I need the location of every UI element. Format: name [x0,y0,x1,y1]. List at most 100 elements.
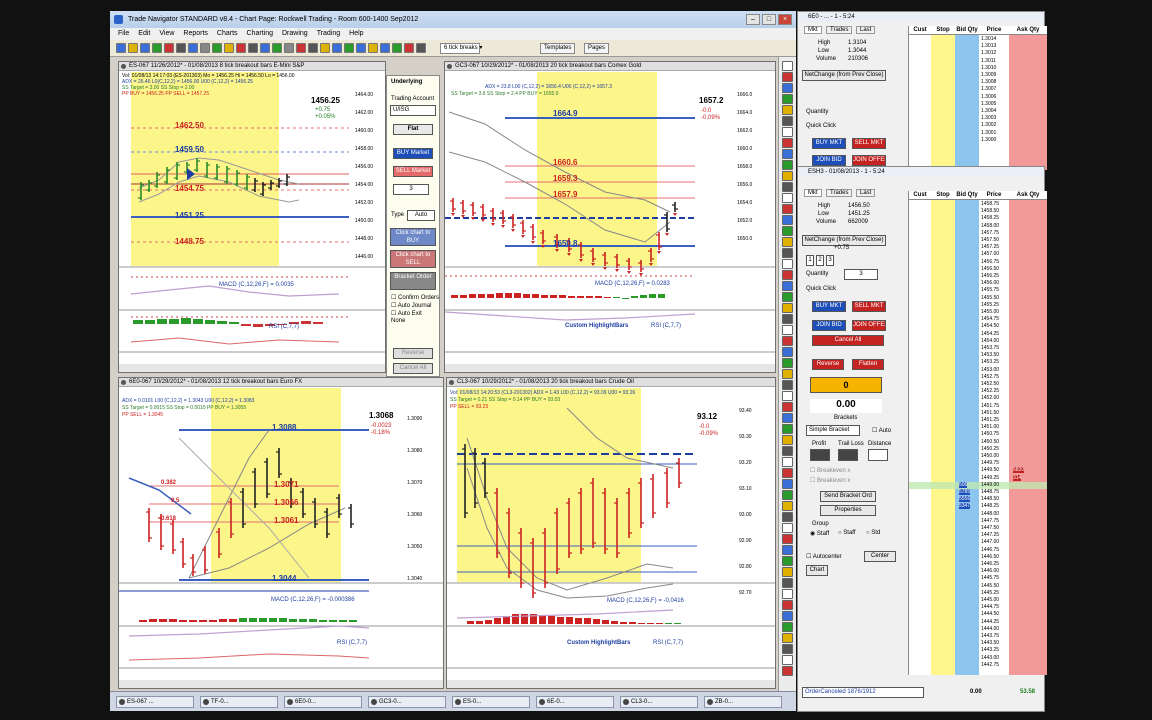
drawing-tool-icon[interactable] [782,325,793,335]
sell-mkt-button[interactable]: SELL MKT [852,138,886,149]
tab-trades[interactable]: Trades [826,26,853,34]
ladder-column[interactable] [1009,35,1047,170]
ladder-price-cell[interactable]: 1.3005 [981,101,996,107]
click-chart-sell-button[interactable]: Click chart to SELL [390,250,436,268]
toolbar-tool-icon[interactable] [140,43,150,53]
ladder-header[interactable]: Cust [909,26,931,35]
toolbar-tool-icon[interactable] [368,43,378,53]
menu-edit[interactable]: Edit [138,28,150,40]
drawing-tool-icon[interactable] [782,655,793,665]
chart-es[interactable]: ES-067 11/26/2012* - 01/08/2013 8 tick b… [118,61,386,373]
ladder-price-cell[interactable]: 1443.50 [981,640,999,646]
drawing-tool-icon[interactable] [782,435,793,445]
ladder-header[interactable]: Stop [931,26,955,35]
drawing-tool-icon[interactable] [782,270,793,280]
toolbar-tool-icon[interactable] [116,43,126,53]
menu-trading[interactable]: Trading [317,28,340,40]
ladder-price-cell[interactable]: 1456.00 [981,280,999,286]
quantity-field[interactable]: 3 [393,184,429,195]
task-tab[interactable]: 6E-0... [536,696,614,708]
ladder-price-cell[interactable]: 1450.25 [981,446,999,452]
task-tab[interactable]: ES-067 ... [116,696,194,708]
drawing-tool-icon[interactable] [782,622,793,632]
join-offer-button[interactable]: JOIN OFFER [852,320,886,331]
ladder-price-cell[interactable]: 1450.50 [981,439,999,445]
ladder-header[interactable]: Price [979,26,1009,35]
bid-qty-cell[interactable]: 506 [959,481,968,488]
drawing-tool-icon[interactable] [782,512,793,522]
ladder-price-cell[interactable]: 1456.25 [981,273,999,279]
ladder-price-cell[interactable]: 1448.75 [981,489,999,495]
ladder-price-cell[interactable]: 1.3004 [981,108,996,114]
ask-qty-cell[interactable]: 314 [1013,474,1022,481]
drawing-tool-icon[interactable] [782,556,793,566]
drawing-tool-icon[interactable] [782,402,793,412]
ladder-price-cell[interactable]: 1447.00 [981,539,999,545]
ladder-price-cell[interactable]: 1.3012 [981,50,996,56]
ladder-price-cell[interactable]: 1452.00 [981,395,999,401]
auto-checkbox[interactable]: ☐ Auto [872,427,891,434]
close-button[interactable]: × [778,14,792,25]
menu-help[interactable]: Help [349,28,363,40]
bid-qty-cell[interactable]: 5785 [959,489,971,495]
ladder-price-cell[interactable]: 1458.00 [981,223,999,229]
task-tab[interactable]: 6E0-0... [284,696,362,708]
drawing-tool-icon[interactable] [782,303,793,313]
drawing-tool-icon[interactable] [782,391,793,401]
ladder-price-cell[interactable]: 1.3000 [981,137,996,143]
toolbar-tool-icon[interactable] [164,43,174,53]
ladder-price-cell[interactable]: 1455.25 [981,302,999,308]
ladder-price-cell[interactable]: 1447.50 [981,525,999,531]
breakeven-checkbox-2[interactable]: ☐ Breakeven x [810,477,850,484]
ladder-price-cell[interactable]: 1444.00 [981,626,999,632]
drawing-tool-icon[interactable] [782,248,793,258]
drawing-tool-icon[interactable] [782,578,793,588]
ladder-price-cell[interactable]: 1.3010 [981,65,996,71]
task-tab[interactable]: CL3-0... [620,696,698,708]
ladder-header[interactable]: Price [979,191,1009,200]
ladder-price-cell[interactable]: 1453.25 [981,359,999,365]
task-tab[interactable]: ES-0... [452,696,530,708]
flat-button[interactable]: Flat [393,124,433,135]
chart-button[interactable]: Chart [806,565,828,576]
properties-button[interactable]: Properties [820,505,876,516]
qty-preset-2[interactable]: 2 [816,255,824,266]
drawing-tool-icon[interactable] [782,292,793,302]
join-offer-button[interactable]: JOIN OFFER [852,155,886,166]
drawing-tool-icon[interactable] [782,369,793,379]
toolbar-tool-icon[interactable] [320,43,330,53]
minimize-button[interactable]: – [746,14,760,25]
ladder-price-cell[interactable]: 1446.00 [981,568,999,574]
chart-6e[interactable]: 6E0-067 10/29/2012* - 01/08/2013 12 tick… [118,377,444,689]
ladder-price-cell[interactable]: 1456.75 [981,259,999,265]
ladder-price-cell[interactable]: 1454.75 [981,316,999,322]
ladder-price-cell[interactable]: 1456.50 [981,266,999,272]
ladder-price-cell[interactable]: 1444.75 [981,604,999,610]
ladder-column[interactable] [909,35,931,170]
ladder-price-cell[interactable]: 1452.50 [981,381,999,387]
toolbar-tool-icon[interactable] [332,43,342,53]
task-tab[interactable]: GC3-0... [368,696,446,708]
toolbar-tool-icon[interactable] [152,43,162,53]
drawing-tool-icon[interactable] [782,413,793,423]
drawing-tool-icon[interactable] [782,424,793,434]
reverse-button[interactable]: Reverse [812,359,844,370]
ladder-price-cell[interactable]: 1454.25 [981,331,999,337]
ladder-price-cell[interactable]: 1445.00 [981,597,999,603]
confirm-orders-checkbox[interactable]: ☐ Confirm Orders [391,294,439,301]
buy-market-button[interactable]: BUY Market [393,148,433,159]
drawing-tool-icon[interactable] [782,226,793,236]
ladder-price-cell[interactable]: 1451.75 [981,403,999,409]
tab-mkt[interactable]: Mkt [804,189,822,197]
menu-reports[interactable]: Reports [183,28,208,40]
ladder-price-cell[interactable]: 1455.00 [981,309,999,315]
bracket-select[interactable]: Simple Bracket [806,425,860,436]
drawing-tool-icon[interactable] [782,567,793,577]
ladder-price-cell[interactable]: 1458.50 [981,208,999,214]
ladder-price-cell[interactable]: 1.3001 [981,130,996,136]
ladder-price-cell[interactable]: 1.3008 [981,79,996,85]
toolbar-tool-icon[interactable] [260,43,270,53]
drawing-tool-icon[interactable] [782,611,793,621]
cancel-all-button[interactable]: Cancel All [393,363,433,374]
ladder-price-cell[interactable]: 1449.00 [981,482,999,488]
